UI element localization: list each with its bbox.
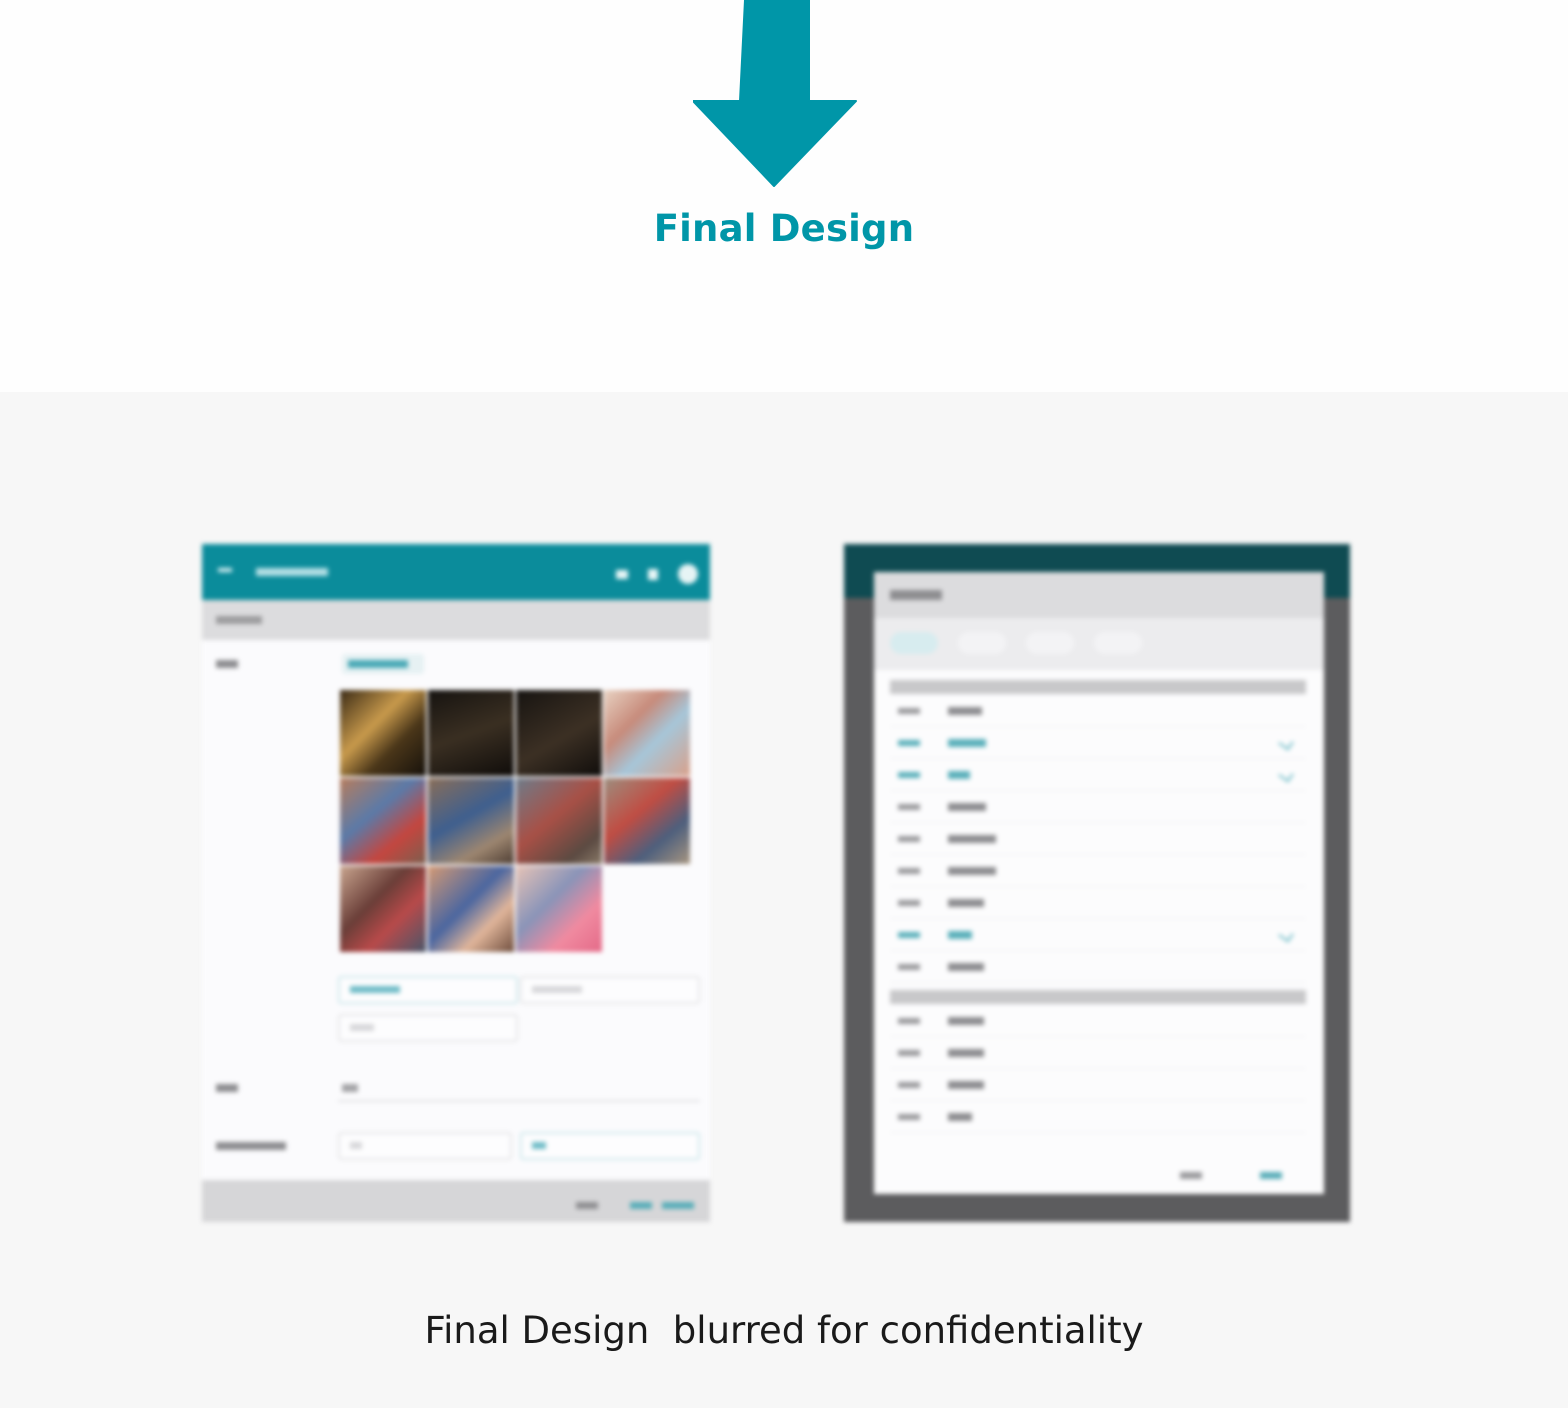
- tab: [890, 632, 938, 654]
- field-label: [216, 1084, 238, 1092]
- list-item: [890, 1038, 1306, 1069]
- page-title: Final Design: [653, 207, 915, 250]
- camera-icon: [616, 570, 628, 579]
- photo-thumbnail: [516, 866, 602, 952]
- dialog-tabs: [874, 618, 1324, 670]
- check-icon: [1278, 735, 1294, 751]
- photo-thumbnail: [340, 866, 426, 952]
- selection-dialog: [874, 572, 1324, 1194]
- footer-bar: [202, 1180, 710, 1222]
- photo-thumbnail: [340, 778, 426, 864]
- list-item: [890, 856, 1306, 887]
- list-item: [890, 1070, 1306, 1101]
- divider: [338, 1100, 700, 1102]
- photo-thumbnail: [604, 690, 690, 776]
- photo-thumbnail: [340, 690, 426, 776]
- photo-thumbnail: [604, 778, 690, 864]
- tag-chip: [342, 654, 424, 674]
- list-item: [890, 952, 1306, 983]
- option-button: [338, 976, 518, 1004]
- photo-thumbnail: [428, 866, 514, 952]
- list-item: [890, 760, 1306, 791]
- list-item: [890, 888, 1306, 919]
- app-bar: [202, 544, 710, 600]
- field-value: [342, 1084, 358, 1092]
- back-arrow-icon: [218, 568, 232, 572]
- list-item: [890, 696, 1306, 727]
- dialog-title: [874, 572, 1324, 618]
- top-section: Final Design: [0, 0, 1568, 392]
- bell-icon: [648, 569, 658, 580]
- list-item: [890, 1006, 1306, 1037]
- field-label: [216, 1142, 286, 1150]
- list-section-header: [890, 680, 1306, 694]
- tab: [1094, 632, 1142, 654]
- list-item: [890, 920, 1306, 951]
- list-item: [890, 792, 1306, 823]
- check-icon: [1278, 927, 1294, 943]
- option-button: [520, 976, 700, 1004]
- list-item: [890, 728, 1306, 759]
- check-icon: [1278, 767, 1294, 783]
- app-bar-title: [256, 568, 328, 576]
- list-section-header: [890, 990, 1306, 1004]
- dialog-actions: [874, 1158, 1324, 1194]
- left-screenshot: [202, 544, 710, 1222]
- photo-thumbnail: [428, 690, 514, 776]
- avatar: [678, 564, 698, 584]
- list-item: [890, 824, 1306, 855]
- section-header: [202, 600, 710, 640]
- photo-thumbnail: [428, 778, 514, 864]
- photo-thumbnail: [516, 778, 602, 864]
- caption: Final Design blurred for confidentiality: [424, 1309, 1144, 1352]
- field-label: [216, 660, 238, 668]
- photo-thumbnail: [516, 690, 602, 776]
- right-screenshot: [844, 544, 1350, 1222]
- option-button: [520, 1132, 700, 1160]
- option-button: [338, 1132, 512, 1160]
- list-item: [890, 1102, 1306, 1133]
- tab: [1026, 632, 1074, 654]
- arrow-down-icon: [693, 0, 857, 187]
- option-button: [338, 1014, 518, 1042]
- tab: [958, 632, 1006, 654]
